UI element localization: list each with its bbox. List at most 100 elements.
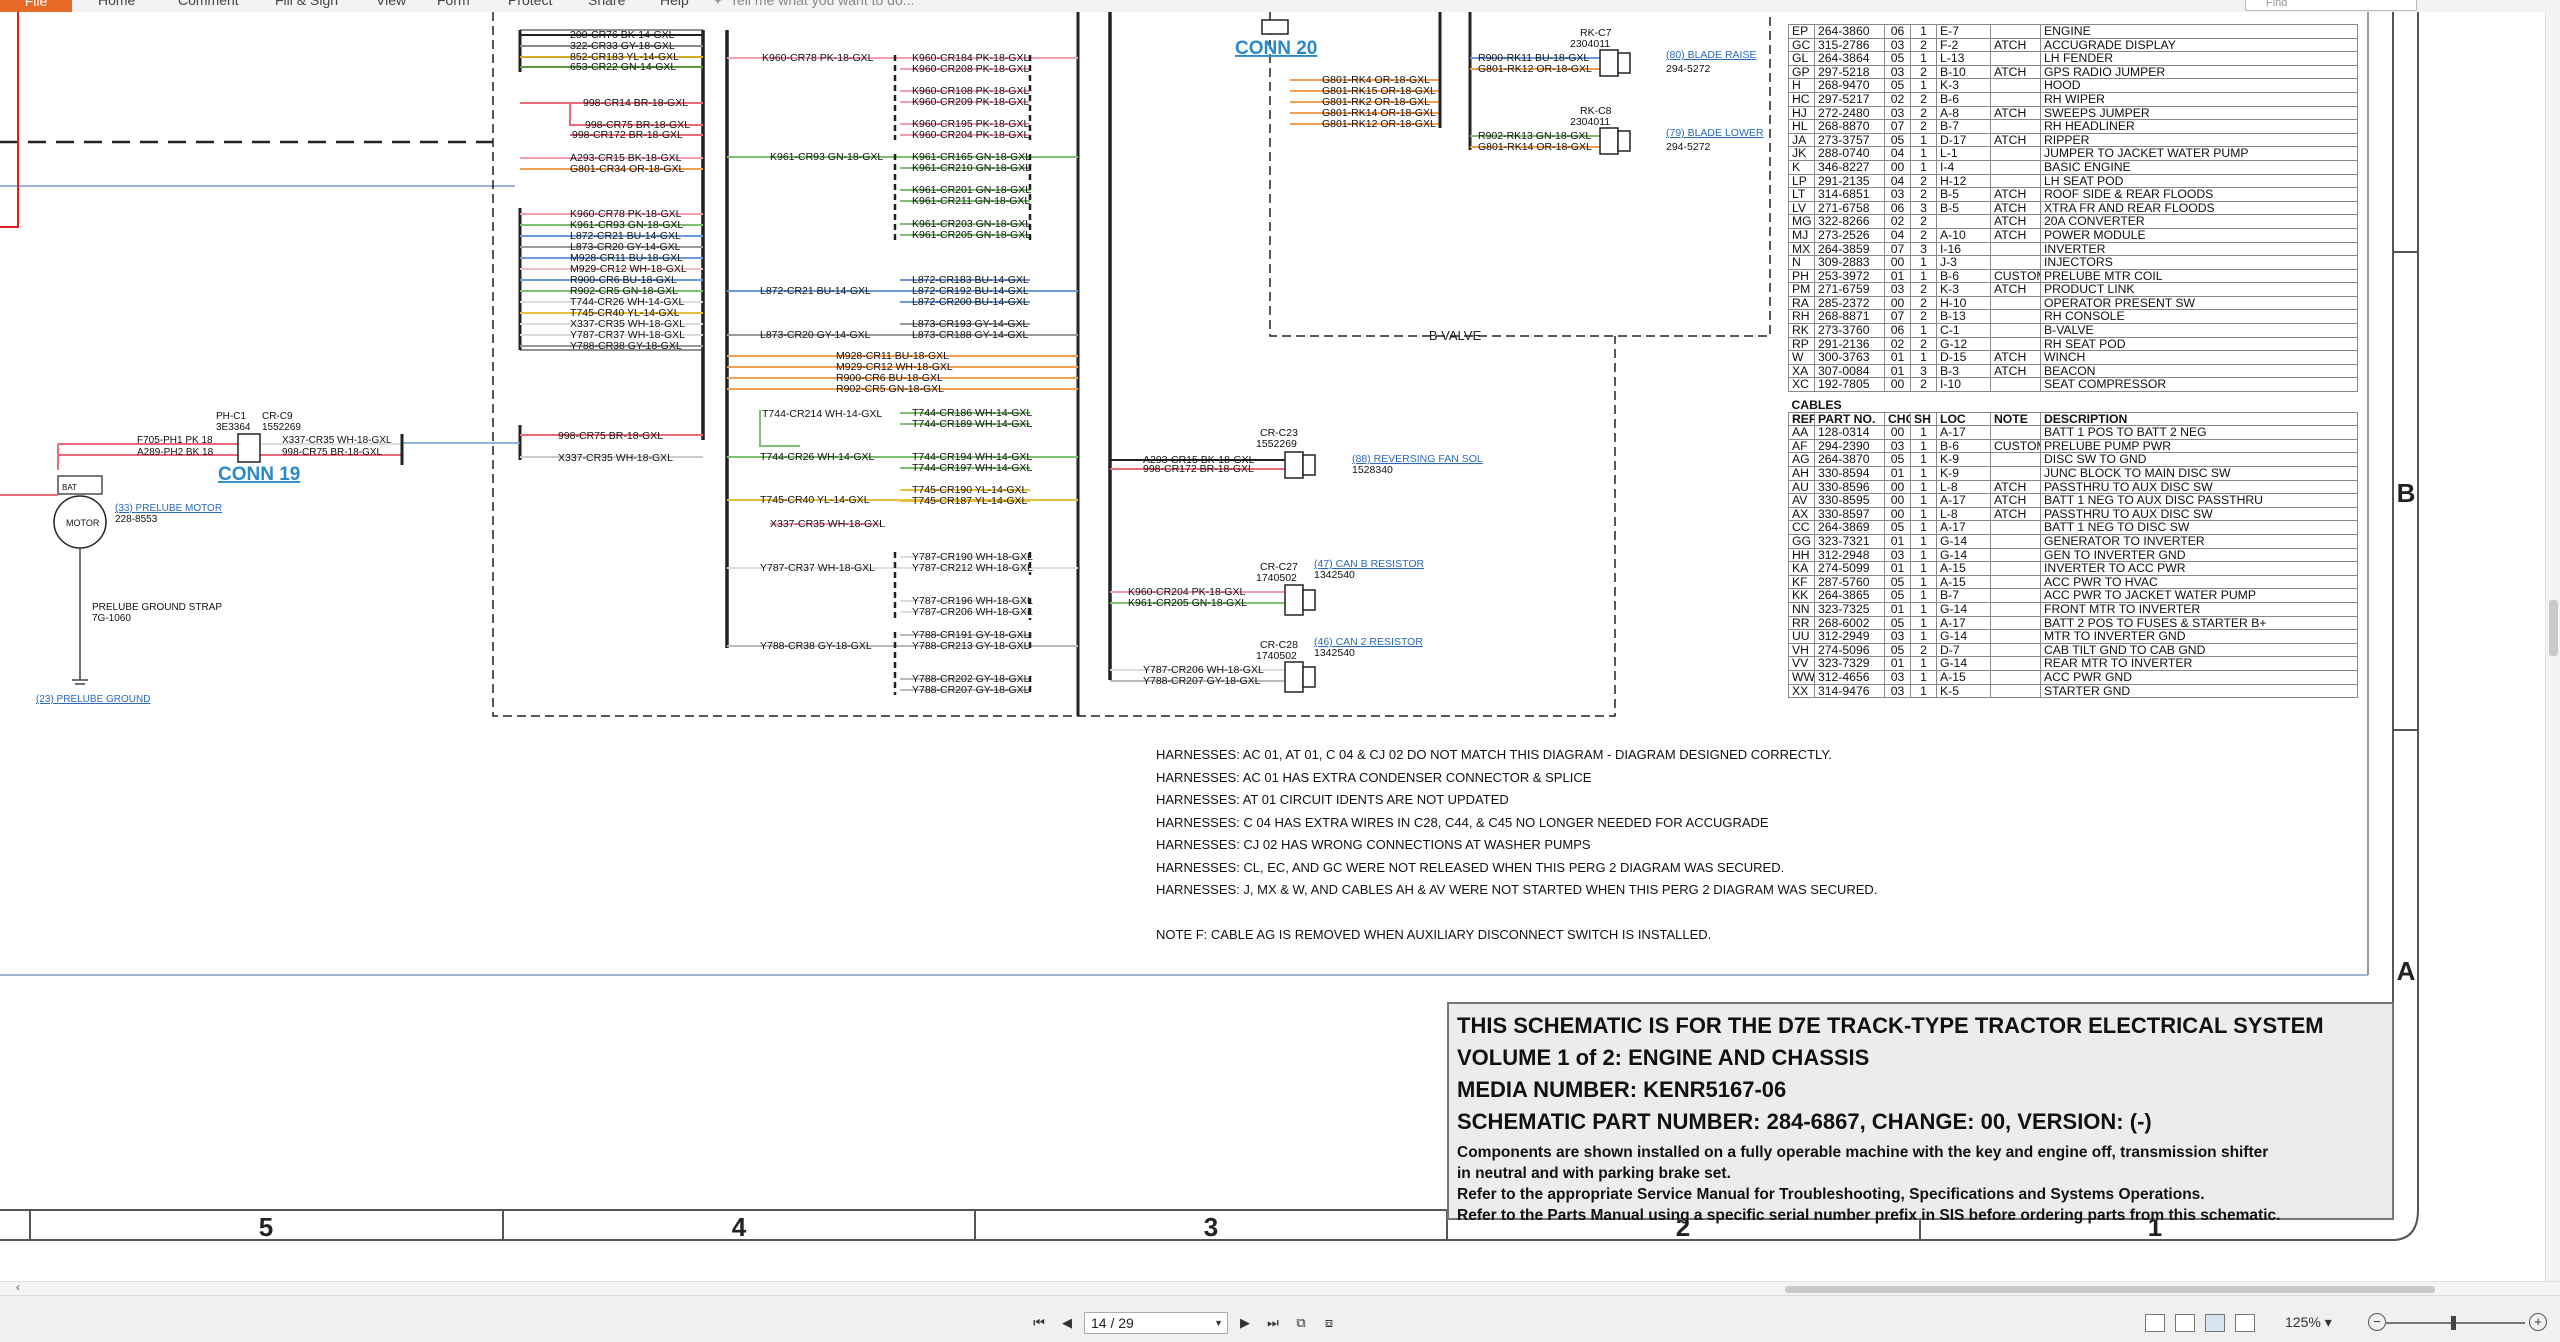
menu-form[interactable]: Form: [437, 0, 470, 8]
cables-cell: GEN TO INVERTER GND: [2040, 547, 2358, 563]
cables-cell: 03: [1884, 629, 1911, 644]
harnesses-cell: BEACON: [2040, 363, 2358, 379]
cables-cell: 05: [1884, 615, 1911, 631]
harnesses-cell: HC: [1788, 91, 1815, 107]
cables-row: VV 323-7329 01 1 G-14 REAR MTR TO INVERTER: [1788, 656, 2358, 671]
title-info-line: in neutral and with parking brake set.: [1457, 1165, 1731, 1182]
first-page-icon[interactable]: ⏮: [1028, 1314, 1050, 1332]
harnesses-cell: POWER MODULE: [2040, 227, 2358, 243]
harnesses-row: PH253-3972011B-6CUSTOMPRELUBE MTR COIL: [1788, 268, 2358, 284]
cables-cell: 1: [1910, 479, 1937, 495]
cables-cell: VH: [1788, 642, 1815, 658]
col3-wire: K960-CR208 PK-18-GXL: [912, 63, 1029, 75]
harnesses-row: PM 271-6759 03 2 K-3 ATCH PRODUCT LINK: [1788, 282, 2358, 297]
harnesses-cell: C-1: [1936, 323, 1991, 338]
menu-share[interactable]: Share: [588, 0, 625, 8]
harnesses-cell: A-10: [1936, 227, 1991, 243]
harnesses-cell: K-3: [1936, 282, 1991, 297]
title-info-line: Refer to the Parts Manual using a specif…: [1457, 1207, 2281, 1224]
col3-wire: K960-CR204 PK-18-GXL: [912, 129, 1029, 141]
cables-cell: 287-5760: [1814, 574, 1885, 590]
harnesses-cell: G-12: [1936, 336, 1991, 352]
cables-row: AA 128-0314 00 1 A-17 BATT 1 POS TO BATT 2 NE…: [1788, 425, 2358, 440]
find-input[interactable]: Find: [2245, 0, 2417, 11]
col1-wire: 998-CR14 BR-18-GXL: [583, 97, 688, 109]
next-page-icon[interactable]: ▶: [1234, 1314, 1256, 1332]
harness-note: HARNESSES: J, MX & W, AND CABLES AH & AV…: [1156, 882, 1878, 897]
scroll-left-icon[interactable]: ‹: [16, 1280, 20, 1294]
cables-cell: BATT 1 NEG TO DISC SW: [2040, 520, 2358, 535]
cables-cell: 312-2949: [1814, 629, 1885, 644]
cables-cell: AU: [1788, 479, 1815, 495]
prev-page-icon[interactable]: ◀: [1056, 1314, 1078, 1332]
file-menu-button[interactable]: File: [0, 0, 72, 12]
horizontal-scroll-thumb[interactable]: [1785, 1286, 2435, 1293]
page-number-input[interactable]: 14 / 29 ▼: [1084, 1312, 1228, 1334]
cables-row: GG 323-7321 01 1 G-14 GENERATOR TO INVERTER: [1788, 533, 2358, 549]
chevron-down-icon[interactable]: ▼: [1214, 1313, 1223, 1333]
harnesses-cell: ATCH: [1990, 214, 2041, 229]
menu-view[interactable]: View: [376, 0, 406, 8]
motor-label: MOTOR: [66, 518, 100, 528]
grid-row-labels: B A: [2397, 478, 2416, 986]
cables-cell: 1: [1910, 574, 1937, 590]
menu-comment[interactable]: Comment: [178, 0, 239, 8]
cables-cell: G-14: [1936, 629, 1991, 644]
cables-cell: 1: [1910, 466, 1937, 481]
facing-view-icon[interactable]: [2205, 1314, 2225, 1332]
cables-cell: G-14: [1936, 601, 1991, 617]
harnesses-cell: 02: [1884, 214, 1911, 229]
harnesses-cell: 01: [1884, 268, 1911, 284]
col2-wire: L873-CR20 GY-14-GXL: [760, 329, 871, 341]
harnesses-cell: 271-6758: [1814, 200, 1885, 216]
copy-page-icon[interactable]: ⧉: [1290, 1314, 1312, 1332]
grid-col-3: 3: [1204, 1212, 1218, 1242]
harnesses-cell: 1: [1910, 146, 1937, 161]
cables-cell: AV: [1788, 493, 1815, 508]
zoom-in-icon[interactable]: +: [2529, 1313, 2547, 1331]
cables-cell: HH: [1788, 547, 1815, 563]
harnesses-cell: 264-3859: [1814, 241, 1885, 257]
cables-cell: AX: [1788, 506, 1815, 522]
col2-wire: X337-CR35 WH-18-GXL: [770, 518, 885, 530]
cables-cell: 264-3870: [1814, 452, 1885, 467]
harnesses-cell: GL: [1788, 51, 1815, 66]
harnesses-cell: 2: [1910, 295, 1937, 311]
cover-view-icon[interactable]: [2235, 1314, 2255, 1332]
last-page-icon[interactable]: ⏭: [1262, 1314, 1284, 1332]
cables-cell: [1990, 574, 2041, 590]
harnesses-cell: 271-6759: [1814, 282, 1885, 297]
zoom-level[interactable]: 125% ▾: [2285, 1312, 2332, 1332]
harnesses-cell: 2: [1910, 37, 1937, 53]
single-page-view-icon[interactable]: [2145, 1314, 2165, 1332]
zoom-slider[interactable]: [2385, 1316, 2525, 1330]
continuous-view-icon[interactable]: [2175, 1314, 2195, 1332]
cables-cell: A-15: [1936, 561, 1991, 576]
zoom-out-icon[interactable]: −: [2368, 1313, 2386, 1331]
cables-row: WW 312-4656 03 1 A-15 ACC PWR GND: [1788, 669, 2358, 685]
harnesses-cell: 1: [1910, 24, 1937, 39]
menu-help[interactable]: Help: [660, 0, 689, 8]
vertical-scrollbar[interactable]: [2545, 12, 2560, 1281]
cables-cell: 03: [1884, 547, 1911, 563]
horizontal-scrollbar[interactable]: ‹: [0, 1280, 2560, 1296]
wire-a289: A289-PH2 BK 18: [137, 447, 214, 458]
cables-cell: [1990, 588, 2041, 603]
menu-home[interactable]: Home: [98, 0, 135, 8]
export-page-icon[interactable]: ⧈: [1318, 1314, 1340, 1332]
vertical-scroll-thumb[interactable]: [2549, 600, 2558, 656]
blade-lower-part: 294-5272: [1666, 141, 1711, 153]
cables-cell: K-9: [1936, 452, 1991, 467]
zoom-slider-knob[interactable]: [2451, 1316, 2456, 1330]
menu-protect[interactable]: Protect: [508, 0, 552, 8]
menu-fill-sign[interactable]: Fill & Sign: [275, 0, 338, 8]
harnesses-cell: 2: [1910, 227, 1937, 243]
cables-cell: 03: [1884, 438, 1911, 454]
harnesses-row: LP 291-2135 04 2 H-12 LH SEAT POD: [1788, 173, 2358, 189]
tell-me-input[interactable]: Tell me what you want to do...: [730, 0, 914, 8]
cables-cell: [1990, 547, 2041, 563]
harnesses-cell: 06: [1884, 200, 1911, 216]
wire-x337: X337-CR35 WH-18-GXL: [282, 435, 392, 446]
status-bar: ⏮ ◀ 14 / 29 ▼ ▶ ⏭ ⧉ ⧈ 125% ▾ − +: [0, 1295, 2560, 1342]
cables-cell: 264-3869: [1814, 520, 1885, 535]
